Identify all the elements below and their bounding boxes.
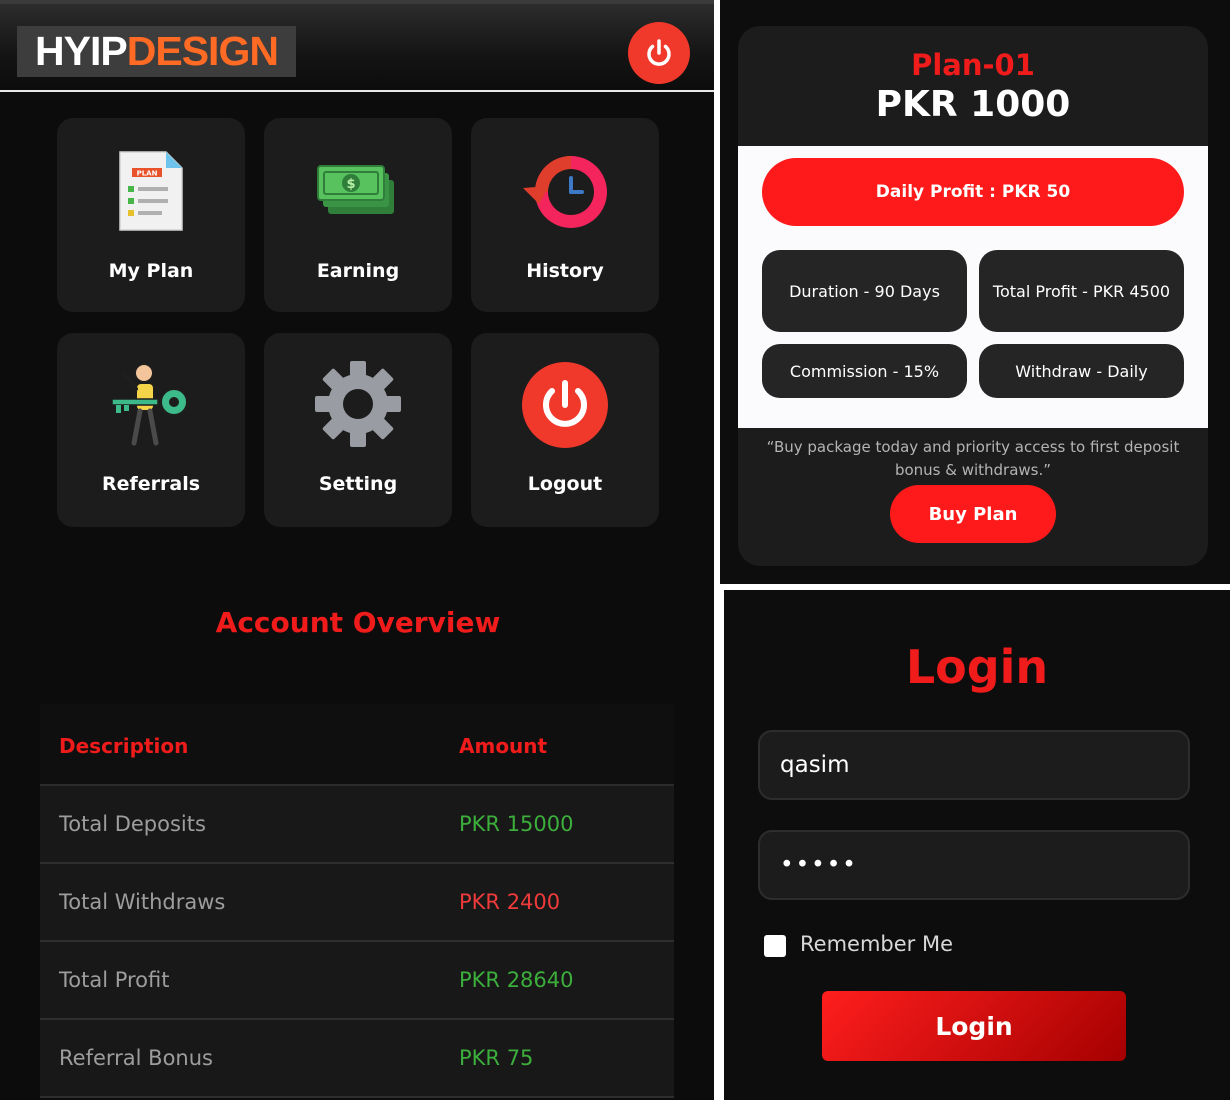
total-profit-chip: Total Profit - PKR 4500 xyxy=(979,250,1184,332)
duration-text: Duration - 90 Days xyxy=(789,281,940,301)
menu-tile-label: Earning xyxy=(316,260,400,282)
remember-me-label[interactable]: Remember Me xyxy=(800,932,953,956)
logo-text-primary: HYIP xyxy=(35,28,128,74)
power-icon xyxy=(521,361,609,449)
total-profit-text: Total Profit - PKR 4500 xyxy=(992,281,1171,301)
table-row: Referral Bonus PKR 75 xyxy=(40,1020,674,1098)
buy-plan-button[interactable]: Buy Plan xyxy=(890,485,1056,543)
plan-card: Plan-01 PKR 1000 Daily Profit : PKR 50 D… xyxy=(738,26,1208,566)
dashboard-panel: HYIP DESIGN PLAN My Plan $ Earning Histo… xyxy=(0,0,716,1100)
plan-quote: “Buy package today and priority access t… xyxy=(766,438,1180,479)
login-button[interactable]: Login xyxy=(822,991,1126,1061)
plan-panel: Plan-01 PKR 1000 Daily Profit : PKR 50 D… xyxy=(720,0,1230,584)
menu-tile-history[interactable]: History xyxy=(471,118,659,312)
svg-text:$: $ xyxy=(346,177,355,192)
commission-text: Commission - 15% xyxy=(789,361,940,381)
menu-tile-setting[interactable]: Setting xyxy=(264,333,452,527)
menu-tile-label: Referrals xyxy=(101,473,201,495)
row-amount: PKR 2400 xyxy=(459,890,561,914)
money-stack-icon: $ xyxy=(316,164,400,220)
password-value: ••••• xyxy=(780,852,858,878)
account-overview-title: Account Overview xyxy=(215,606,501,639)
commission-chip: Commission - 15% xyxy=(762,344,967,398)
svg-text:PLAN: PLAN xyxy=(137,170,158,178)
menu-tile-referrals[interactable]: Referrals xyxy=(57,333,245,527)
remember-me-checkbox[interactable] xyxy=(764,935,786,957)
account-overview-table: Description Amount Total Deposits PKR 15… xyxy=(40,704,674,1098)
row-description: Total Deposits xyxy=(59,812,206,836)
withdraw-text: Withdraw - Daily xyxy=(1015,361,1148,381)
login-panel: Login qasim ••••• Remember Me Login xyxy=(724,590,1230,1100)
menu-tile-label: History xyxy=(526,260,604,282)
username-field[interactable]: qasim xyxy=(758,730,1190,800)
row-amount: PKR 15000 xyxy=(459,812,574,836)
menu-tile-my-plan[interactable]: PLAN My Plan xyxy=(57,118,245,312)
password-field[interactable]: ••••• xyxy=(758,830,1190,900)
plan-details: Daily Profit : PKR 50 Duration - 90 Days… xyxy=(738,146,1208,428)
plan-document-icon: PLAN xyxy=(116,148,186,234)
username-value: qasim xyxy=(780,752,850,778)
daily-profit-badge: Daily Profit : PKR 50 xyxy=(762,158,1184,226)
header-logout-button[interactable] xyxy=(628,22,690,84)
menu-tile-logout[interactable]: Logout xyxy=(471,333,659,527)
row-amount: PKR 75 xyxy=(459,1046,534,1070)
menu-tile-label: Logout xyxy=(527,473,603,495)
withdraw-chip: Withdraw - Daily xyxy=(979,344,1184,398)
row-description: Referral Bonus xyxy=(59,1046,213,1070)
top-bar: HYIP DESIGN xyxy=(0,0,714,92)
menu-tile-label: My Plan xyxy=(108,260,194,282)
login-title: Login xyxy=(905,640,1049,694)
table-row: Total Profit PKR 28640 xyxy=(40,942,674,1020)
column-header-description: Description xyxy=(59,734,189,758)
menu-tile-label: Setting xyxy=(318,473,398,495)
logo-text-accent: DESIGN xyxy=(126,28,279,74)
gear-icon xyxy=(313,359,403,449)
row-description: Total Withdraws xyxy=(59,890,226,914)
table-row: Total Withdraws PKR 2400 xyxy=(40,864,674,942)
logo[interactable]: HYIP DESIGN xyxy=(17,26,296,77)
row-description: Total Profit xyxy=(59,968,170,992)
person-key-icon xyxy=(106,359,196,449)
row-amount: PKR 28640 xyxy=(459,968,574,992)
duration-chip: Duration - 90 Days xyxy=(762,250,967,332)
menu-tile-earning[interactable]: $ Earning xyxy=(264,118,452,312)
power-icon xyxy=(647,39,671,66)
plan-price: PKR 1000 xyxy=(875,84,1071,125)
plan-name: Plan-01 xyxy=(911,48,1035,82)
table-row: Total Deposits PKR 15000 xyxy=(40,786,674,864)
table-header: Description Amount xyxy=(40,704,674,786)
column-header-amount: Amount xyxy=(459,734,548,758)
history-clock-icon xyxy=(519,150,611,232)
